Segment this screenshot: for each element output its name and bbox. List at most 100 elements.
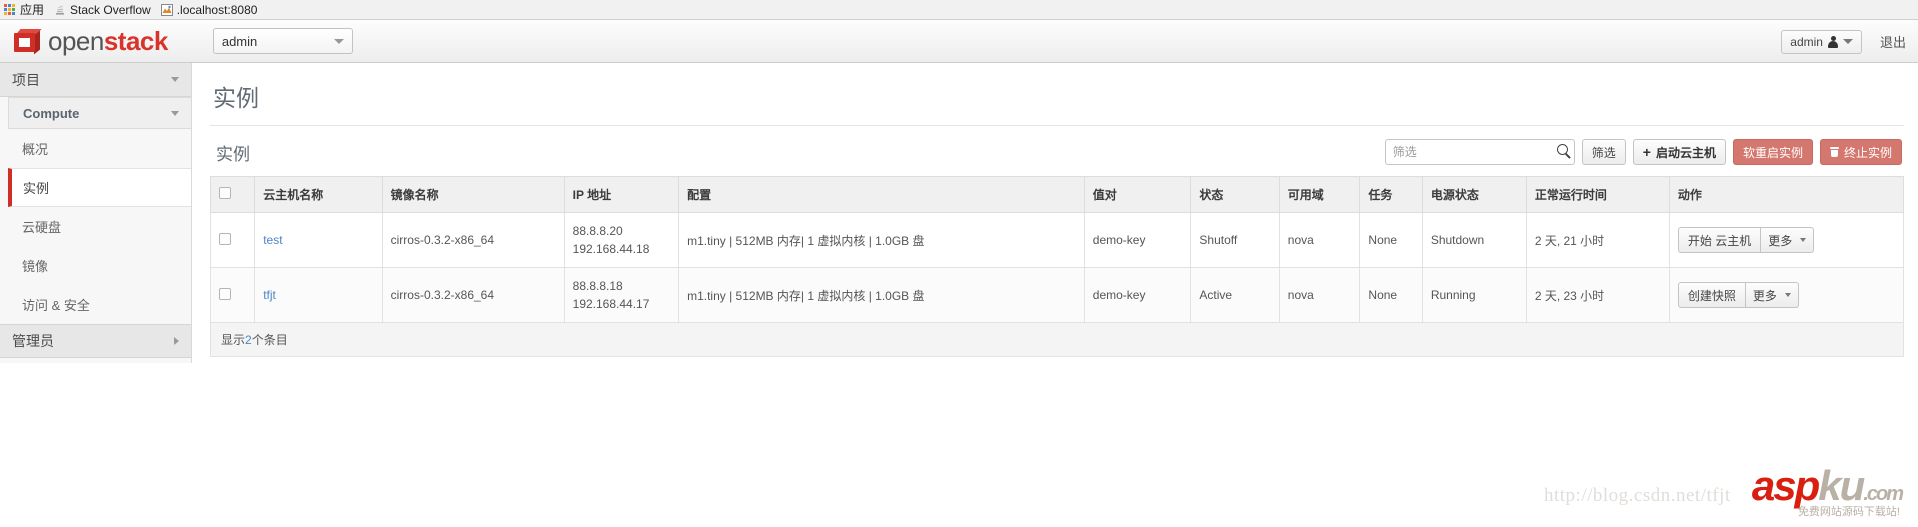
th-image-name[interactable]: 镜像名称 bbox=[382, 177, 564, 213]
cell-ip-address: 88.8.8.20 192.168.44.18 bbox=[564, 213, 678, 268]
chevron-down-icon bbox=[1843, 39, 1853, 44]
table-row: tfjt cirros-0.3.2-x86_64 88.8.8.18 192.1… bbox=[211, 268, 1904, 323]
cell-instance-name: tfjt bbox=[255, 268, 382, 323]
row-select-cell[interactable] bbox=[211, 268, 255, 323]
th-ip-address[interactable]: IP 地址 bbox=[564, 177, 678, 213]
panel-header: 实例 筛选 + 启动云主机 软重启实例 终止实例 bbox=[210, 126, 1904, 176]
th-instance-name[interactable]: 云主机名称 bbox=[255, 177, 382, 213]
cell-flavor: m1.tiny | 512MB 内存| 1 虚拟内核 | 1.0GB 盘 bbox=[679, 213, 1085, 268]
person-icon bbox=[1828, 36, 1838, 48]
cell-uptime: 2 天, 23 小时 bbox=[1526, 268, 1669, 323]
th-actions: 动作 bbox=[1669, 177, 1903, 213]
sidebar-item-overview-label: 概况 bbox=[22, 139, 48, 158]
table-row: test cirros-0.3.2-x86_64 88.8.8.20 192.1… bbox=[211, 213, 1904, 268]
th-power-state[interactable]: 电源状态 bbox=[1422, 177, 1526, 213]
th-task[interactable]: 任务 bbox=[1360, 177, 1422, 213]
topbar-right-group: admin 退出 bbox=[1781, 20, 1906, 63]
cell-flavor: m1.tiny | 512MB 内存| 1 虚拟内核 | 1.0GB 盘 bbox=[679, 268, 1085, 323]
openstack-wordmark: openstack bbox=[48, 26, 168, 57]
search-input[interactable] bbox=[1386, 140, 1574, 164]
ip-fixed: 192.168.44.17 bbox=[573, 295, 670, 313]
sidebar-item-volumes[interactable]: 云硬盘 bbox=[8, 207, 191, 246]
page-title: 实例 bbox=[210, 63, 1904, 126]
bookmark-stack-overflow[interactable]: Stack Overflow bbox=[54, 3, 151, 17]
bookmark-localhost-label: .localhost:8080 bbox=[177, 3, 258, 17]
cell-availability-zone: nova bbox=[1279, 213, 1360, 268]
th-status[interactable]: 状态 bbox=[1191, 177, 1279, 213]
openstack-cube-icon bbox=[14, 29, 40, 53]
instances-table: 云主机名称 镜像名称 IP 地址 配置 值对 状态 可用域 任务 电源状态 正常… bbox=[210, 176, 1904, 323]
stackoverflow-icon bbox=[54, 4, 66, 16]
openstack-logo[interactable]: openstack bbox=[14, 26, 168, 57]
filter-input-wrapper[interactable] bbox=[1385, 139, 1575, 165]
main-content: 实例 实例 筛选 + 启动云主机 软重启实例 bbox=[192, 63, 1918, 527]
row-action-group: 开始 云主机 更多 bbox=[1678, 227, 1814, 253]
row-more-label: 更多 bbox=[1753, 287, 1777, 304]
row-primary-action-button[interactable]: 创建快照 bbox=[1678, 282, 1746, 308]
project-selector[interactable]: admin bbox=[213, 28, 353, 54]
cell-uptime: 2 天, 21 小时 bbox=[1526, 213, 1669, 268]
chevron-down-icon bbox=[1800, 238, 1806, 242]
cell-actions: 开始 云主机 更多 bbox=[1669, 213, 1903, 268]
th-keypair[interactable]: 值对 bbox=[1084, 177, 1191, 213]
bookmark-apps[interactable]: 应用 bbox=[4, 1, 44, 18]
th-select-all[interactable] bbox=[211, 177, 255, 213]
filter-button[interactable]: 筛选 bbox=[1582, 139, 1626, 165]
logout-link[interactable]: 退出 bbox=[1880, 32, 1906, 51]
sidebar-section-admin-label: 管理员 bbox=[12, 331, 54, 351]
row-primary-action-button[interactable]: 开始 云主机 bbox=[1678, 227, 1761, 253]
bookmark-apps-label: 应用 bbox=[20, 1, 44, 18]
cell-availability-zone: nova bbox=[1279, 268, 1360, 323]
sidebar-item-instances[interactable]: 实例 bbox=[8, 168, 191, 207]
row-action-group: 创建快照 更多 bbox=[1678, 282, 1799, 308]
launch-instance-button[interactable]: + 启动云主机 bbox=[1633, 139, 1726, 165]
sidebar-item-images[interactable]: 镜像 bbox=[8, 246, 191, 285]
sidebar-item-images-label: 镜像 bbox=[22, 256, 48, 275]
sidebar-item-overview[interactable]: 概况 bbox=[8, 129, 191, 168]
chevron-down-icon bbox=[171, 111, 179, 116]
cell-ip-address: 88.8.8.18 192.168.44.17 bbox=[564, 268, 678, 323]
row-more-actions-button[interactable]: 更多 bbox=[1761, 227, 1814, 253]
cell-instance-name: test bbox=[255, 213, 382, 268]
search-icon[interactable] bbox=[1557, 144, 1568, 155]
sidebar-section-project[interactable]: 项目 bbox=[0, 63, 191, 97]
soft-reboot-instances-button[interactable]: 软重启实例 bbox=[1733, 139, 1813, 165]
select-all-checkbox[interactable] bbox=[219, 187, 231, 199]
table-toolbar: 筛选 + 启动云主机 软重启实例 终止实例 bbox=[1385, 139, 1902, 165]
row-checkbox[interactable] bbox=[219, 288, 231, 300]
footer-count: 2 bbox=[245, 333, 252, 347]
brand-open-text: open bbox=[48, 26, 104, 56]
sidebar-item-volumes-label: 云硬盘 bbox=[22, 217, 61, 236]
sidebar-item-access-security-label: 访问 & 安全 bbox=[22, 295, 90, 314]
instance-name-link[interactable]: tfjt bbox=[263, 288, 276, 302]
terminate-instances-button[interactable]: 终止实例 bbox=[1820, 139, 1902, 165]
bookmark-stack-overflow-label: Stack Overflow bbox=[70, 3, 151, 17]
user-menu-button[interactable]: admin bbox=[1781, 30, 1862, 54]
project-selector-value: admin bbox=[222, 34, 257, 49]
globe-icon bbox=[161, 4, 173, 16]
row-select-cell[interactable] bbox=[211, 213, 255, 268]
sidebar-section-project-label: 项目 bbox=[12, 70, 40, 90]
th-flavor[interactable]: 配置 bbox=[679, 177, 1085, 213]
cell-power-state: Shutdown bbox=[1422, 213, 1526, 268]
plus-icon: + bbox=[1643, 145, 1651, 159]
bookmark-localhost[interactable]: .localhost:8080 bbox=[161, 3, 258, 17]
row-more-actions-button[interactable]: 更多 bbox=[1746, 282, 1799, 308]
cell-actions: 创建快照 更多 bbox=[1669, 268, 1903, 323]
th-uptime[interactable]: 正常运行时间 bbox=[1526, 177, 1669, 213]
brand-stack-text: stack bbox=[104, 26, 168, 56]
chevron-down-icon bbox=[334, 39, 344, 44]
footer-prefix: 显示 bbox=[221, 333, 245, 347]
sidebar-group-compute[interactable]: Compute bbox=[8, 97, 191, 129]
th-availability-zone[interactable]: 可用域 bbox=[1279, 177, 1360, 213]
ip-fixed: 192.168.44.18 bbox=[573, 240, 670, 258]
cell-status: Shutoff bbox=[1191, 213, 1279, 268]
filter-button-label: 筛选 bbox=[1592, 144, 1616, 161]
sidebar-item-access-security[interactable]: 访问 & 安全 bbox=[8, 285, 191, 324]
cell-status: Active bbox=[1191, 268, 1279, 323]
instance-name-link[interactable]: test bbox=[263, 233, 282, 247]
row-checkbox[interactable] bbox=[219, 233, 231, 245]
sidebar-group-compute-label: Compute bbox=[23, 106, 79, 121]
sidebar-section-admin[interactable]: 管理员 bbox=[0, 324, 191, 358]
apps-grid-icon bbox=[4, 4, 16, 16]
